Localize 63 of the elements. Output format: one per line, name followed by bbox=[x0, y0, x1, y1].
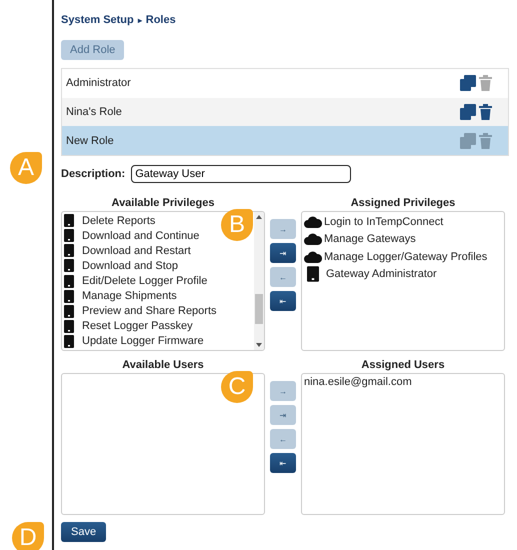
cloud-icon bbox=[304, 216, 322, 228]
callout-marker: D bbox=[12, 522, 44, 550]
transfer-button[interactable]: ← bbox=[270, 429, 296, 450]
privilege-item[interactable]: Edit/Delete Logger Profile bbox=[64, 274, 208, 289]
transfer-button[interactable]: → bbox=[270, 219, 296, 240]
role-row[interactable]: Nina's Role bbox=[62, 98, 508, 126]
device-icon bbox=[64, 214, 74, 228]
privilege-item[interactable]: Update Logger Firmware bbox=[64, 334, 204, 350]
privilege-item[interactable]: Manage Gateways bbox=[304, 230, 416, 248]
breadcrumb-link[interactable]: System Setup bbox=[61, 14, 134, 26]
privilege-item[interactable]: Manage Shipments bbox=[64, 288, 177, 304]
transfer-button[interactable]: ← bbox=[270, 267, 296, 288]
scroll-down-icon[interactable] bbox=[256, 343, 262, 348]
description-field[interactable]: Gateway User bbox=[131, 165, 352, 184]
list-title: Assigned Privileges bbox=[350, 197, 456, 210]
save-button[interactable]: Save bbox=[61, 522, 106, 542]
list-title: Available Privileges bbox=[110, 197, 216, 210]
list-title: Assigned Users bbox=[360, 359, 446, 372]
device-icon bbox=[64, 259, 74, 272]
device-icon bbox=[64, 334, 74, 348]
callout-marker: B bbox=[221, 209, 253, 242]
scrollbar[interactable] bbox=[254, 212, 264, 350]
transfer-button[interactable]: ⇥ bbox=[270, 243, 296, 264]
scroll-thumb[interactable] bbox=[255, 294, 263, 324]
privilege-item[interactable]: Download and Continue bbox=[64, 228, 200, 244]
assigned-privileges-list[interactable]: Login to InTempConnect Manage Gateways Manage Logger/Gateway Profiles Gateway Administrator bbox=[301, 211, 505, 352]
device-icon bbox=[64, 304, 74, 318]
transfer-button[interactable]: → bbox=[270, 381, 296, 402]
privilege-item[interactable]: Gateway Administrator bbox=[304, 265, 437, 283]
device-icon bbox=[64, 274, 74, 288]
role-name: New Role bbox=[66, 134, 114, 147]
breadcrumb-separator: ▸ bbox=[138, 16, 142, 24]
role-name: Administrator bbox=[66, 77, 131, 90]
cloud-icon bbox=[304, 250, 322, 263]
device-icon bbox=[64, 320, 74, 333]
device-icon bbox=[64, 290, 74, 303]
assigned-users-list[interactable]: nina.esile@gmail.com bbox=[301, 373, 505, 516]
transfer-button[interactable]: ⇥ bbox=[270, 405, 296, 426]
device-icon bbox=[64, 229, 74, 242]
privilege-item[interactable]: Reset Logger Passkey bbox=[64, 318, 193, 334]
privilege-item[interactable]: Manage Logger/Gateway Profiles bbox=[304, 248, 488, 266]
privilege-item[interactable]: Delete Reports bbox=[64, 213, 156, 228]
callout-marker: A bbox=[10, 152, 42, 184]
scroll-up-icon[interactable] bbox=[256, 215, 262, 220]
privilege-item[interactable]: Login to InTempConnect bbox=[304, 213, 444, 230]
breadcrumb-current: Roles bbox=[146, 14, 176, 26]
cloud-icon bbox=[304, 233, 322, 246]
privilege-item[interactable]: Download and Stop bbox=[64, 258, 178, 274]
trash-icon[interactable] bbox=[479, 104, 492, 120]
privilege-item[interactable]: Preview and Share Reports bbox=[64, 304, 217, 319]
device-icon bbox=[64, 244, 74, 258]
user-item[interactable]: nina.esile@gmail.com bbox=[304, 375, 502, 390]
copy-icon[interactable] bbox=[460, 75, 476, 92]
transfer-button[interactable]: ⇤ bbox=[270, 291, 296, 312]
available-users-list[interactable] bbox=[61, 373, 265, 516]
device-icon bbox=[307, 266, 319, 282]
list-title: Available Users bbox=[121, 359, 205, 372]
role-name: Nina's Role bbox=[66, 106, 122, 118]
privilege-item[interactable]: Download and Restart bbox=[64, 243, 191, 258]
transfer-button[interactable]: ⇤ bbox=[270, 453, 296, 474]
description-label: Description: bbox=[61, 168, 126, 180]
callout-marker: C bbox=[221, 371, 253, 404]
copy-icon[interactable] bbox=[460, 104, 476, 120]
